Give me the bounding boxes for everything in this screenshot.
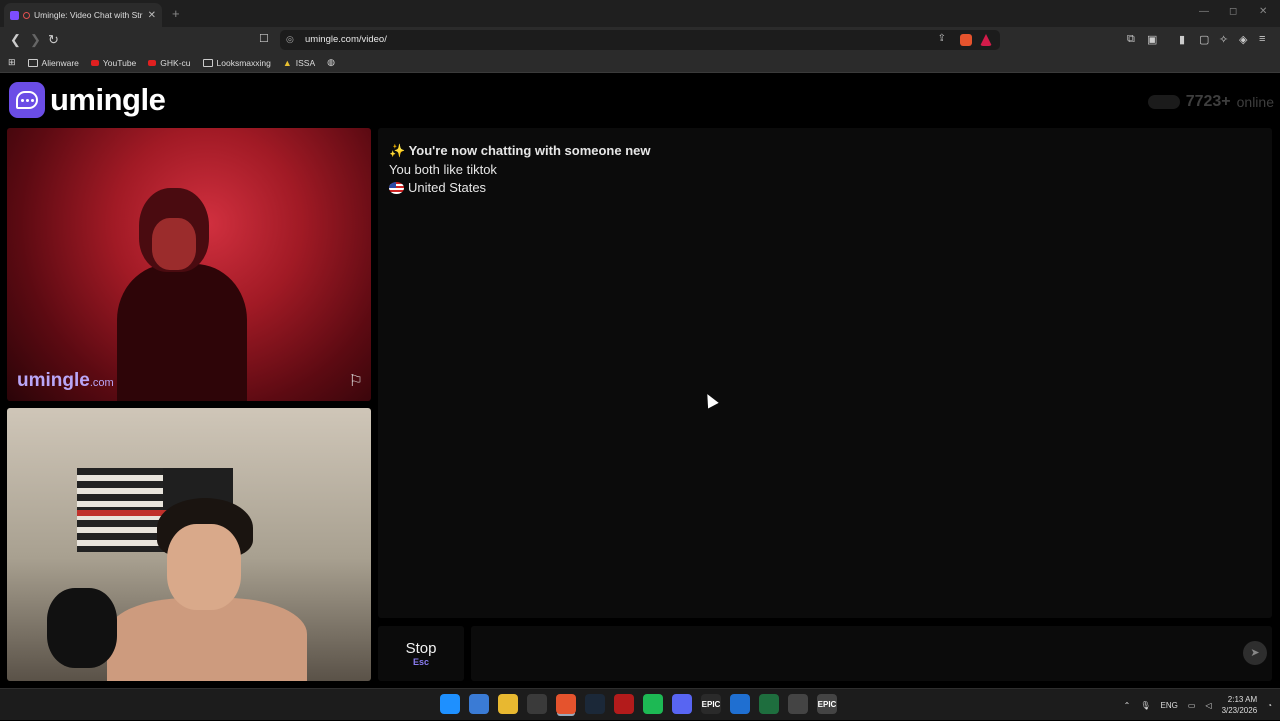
url-text[interactable]: umingle.com/video/ [305,34,387,45]
steam-icon[interactable] [585,694,605,714]
bookmarks-bar: ⊞ Alienware YouTube GHK-cu Looksmaxxing … [0,53,1280,73]
back-icon[interactable]: ❮ [10,32,21,48]
brave-icon[interactable] [556,694,576,714]
app-blue-icon[interactable] [730,694,750,714]
online-label: online [1236,94,1274,110]
bookmark-ghk-cu[interactable]: GHK-cu [148,58,191,68]
globe-icon: ◍ [327,57,336,67]
excel-icon[interactable] [759,694,779,714]
apps-grid-icon[interactable]: ⊞ [8,57,16,68]
folder-icon [202,58,213,67]
clock-date: 3/23/2026 [1221,706,1258,715]
browser-toolbar: ❮ ❯ ↻ ☐ ◎ umingle.com/video/ ⇪ ⧉ ▣ ▮ ▢ ✧… [0,27,1280,53]
wallet-icon[interactable]: ▣ [1147,33,1157,46]
report-flag-icon[interactable]: ⚐ [349,371,363,391]
isa-icon: ▲ [282,57,292,68]
video-watermark: umingle.com [17,370,114,391]
chat-bubble-logo-icon [9,82,45,118]
language-indicator[interactable]: ENG [1161,701,1178,710]
network-icon[interactable]: ▭ [1188,701,1196,710]
message-box[interactable]: ➤ [471,626,1272,681]
file-explorer-icon[interactable] [498,694,518,714]
chrome-icon[interactable] [788,694,808,714]
leo-ai-icon[interactable]: ✧ [1219,33,1228,46]
brave-rewards-icon[interactable] [980,34,992,46]
stop-label: Stop [405,640,437,657]
browser-tab-umingle[interactable]: Umingle: Video Chat with Str ✕ [4,3,162,27]
stop-button[interactable]: Stop Esc [378,626,464,681]
bookmark-globe[interactable]: ◍ [327,57,335,68]
bookmark-icon[interactable]: ☐ [259,32,269,45]
copilot-icon[interactable] [469,694,489,714]
us-flag-icon [389,182,404,194]
windows-start-icon[interactable] [440,694,460,714]
stop-shortcut: Esc [412,657,429,667]
epic-games-icon[interactable]: EPIC [701,694,721,714]
spotify-icon[interactable] [643,694,663,714]
bookmark-issa[interactable]: ▲ ISSA [283,58,315,68]
app-red-icon[interactable] [614,694,634,714]
microphone-icon[interactable]: 🎙 [1140,701,1150,710]
system-tray: ⌃ 🎙 ENG ▭ ◁ 2:13 AM 3/23/2026 ◔ [1124,689,1272,721]
youtube-icon [148,59,157,66]
youtube-icon [90,59,99,66]
chat-system-message: ✨ You're now chatting with someone new [389,143,651,158]
discord-icon[interactable] [672,694,692,714]
logo-text: umingle [50,82,166,117]
volume-icon[interactable]: ◁ [1205,701,1211,710]
theme-toggle[interactable] [1147,95,1180,109]
windows-taskbar: EPIC EPIC ⌃ 🎙 ENG ▭ ◁ 2:13 AM 3/23/2026 ◔ [0,688,1280,720]
online-count: 7723+ [1185,93,1231,110]
umingle-logo[interactable]: umingle [9,82,166,118]
umingle-favicon-icon [10,10,19,20]
extensions-icon[interactable]: ⧉ [1127,33,1135,46]
reload-icon[interactable]: ↻ [48,32,59,48]
recording-icon [23,11,30,19]
notification-icon[interactable]: ◔ [1267,701,1272,710]
folder-icon [27,58,38,67]
share-icon[interactable]: ⇪ [938,33,946,44]
bookmark-youtube[interactable]: YouTube [90,58,136,68]
chat-country: United States [389,180,486,195]
sidebar-icon[interactable]: ▮ [1179,33,1185,46]
new-tab-button[interactable]: + [172,6,180,21]
self-video [7,408,371,681]
epic-launcher-icon[interactable]: EPIC [817,694,837,714]
chat-log: ✨ You're now chatting with someone new Y… [378,128,1272,618]
forward-icon[interactable]: ❯ [30,32,41,48]
browser-tab-strip: Umingle: Video Chat with Str ✕ + — ◻ ✕ [0,0,1280,27]
site-info-icon[interactable]: ◎ [286,34,294,45]
menu-icon[interactable]: ≡ [1259,33,1265,45]
store-icon[interactable] [527,694,547,714]
vpn-icon[interactable]: ◈ [1239,33,1247,46]
address-bar[interactable]: ◎ umingle.com/video/ ⇪ [280,30,1000,50]
stranger-figure [117,188,247,401]
stranger-video: umingle.com ⚐ [7,128,371,401]
close-window-button[interactable]: ✕ [1259,6,1267,17]
tab-close-icon[interactable]: ✕ [148,10,156,21]
bookmark-looksmaxxing[interactable]: Looksmaxxing [202,58,271,68]
send-icon[interactable]: ➤ [1243,641,1267,665]
self-figure [47,498,307,681]
bookmark-alienware[interactable]: Alienware [27,58,79,68]
minimize-button[interactable]: — [1199,6,1209,17]
chat-common-interest: You both like tiktok [389,162,497,177]
clock-time: 2:13 AM [1227,695,1258,704]
clock[interactable]: 2:13 AM 3/23/2026 [1222,694,1258,716]
tab-search-icon[interactable]: ▢ [1199,33,1209,46]
maximize-button[interactable]: ◻ [1229,6,1237,17]
tab-title: Umingle: Video Chat with Str [34,10,143,20]
umingle-page: umingle 7723+ online umingle.com ⚐ ✨ You… [0,76,1280,688]
online-indicator: 7723+ online [1147,93,1274,111]
brave-shields-icon[interactable] [960,34,972,46]
tray-chevron-icon[interactable]: ⌃ [1124,701,1131,710]
message-input[interactable] [481,640,1221,666]
